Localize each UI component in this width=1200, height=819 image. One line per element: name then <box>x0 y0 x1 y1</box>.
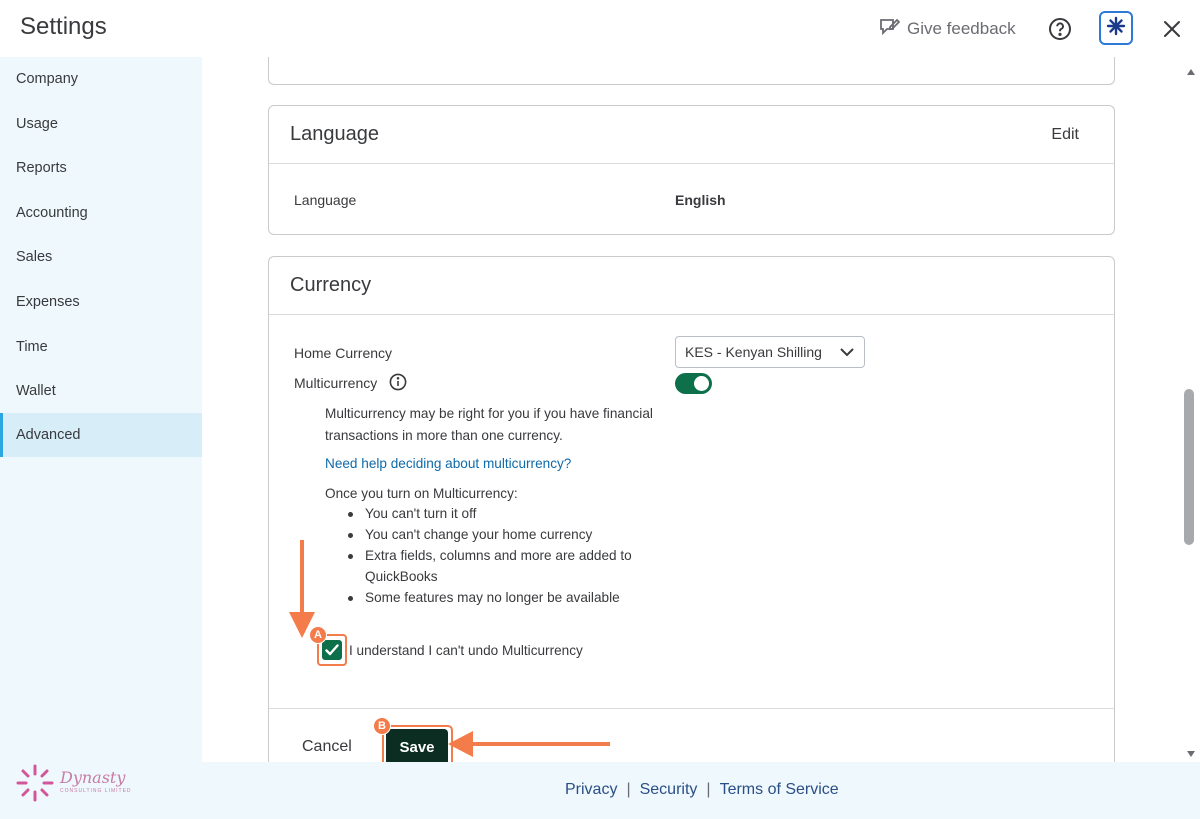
divider <box>269 708 1114 709</box>
multicurrency-description-1: Multicurrency may be right for you if yo… <box>325 406 653 421</box>
feedback-icon <box>878 16 901 43</box>
security-link[interactable]: Security <box>640 781 698 799</box>
currency-section: Currency Home Currency KES - Kenyan Shil… <box>268 256 1115 762</box>
sidebar-item-expenses[interactable]: Expenses <box>0 280 202 324</box>
sidebar-item-wallet[interactable]: Wallet <box>0 369 202 413</box>
list-item-continuation: QuickBooks <box>365 569 438 584</box>
confirm-checkbox[interactable] <box>322 640 342 660</box>
annotation-badge-b: B <box>373 717 391 735</box>
sidebar-item-advanced[interactable]: Advanced <box>0 413 202 457</box>
privacy-link[interactable]: Privacy <box>565 781 617 799</box>
sparkle-icon <box>1106 16 1126 41</box>
chevron-down-icon <box>840 348 854 357</box>
sidebar-item-time[interactable]: Time <box>0 325 202 369</box>
language-edit-button[interactable]: Edit <box>1051 126 1079 144</box>
previous-section-card <box>268 57 1115 85</box>
logo-name: Dynasty <box>60 768 126 787</box>
language-section: Language Edit Language English <box>268 105 1115 235</box>
dynasty-logo-icon <box>16 764 54 802</box>
feedback-label: Give feedback <box>907 19 1016 38</box>
annotation-badge-a: A <box>309 626 327 644</box>
language-section-title: Language <box>290 123 379 145</box>
multicurrency-help-link[interactable]: Need help deciding about multicurrency? <box>325 456 571 471</box>
close-icon[interactable] <box>1160 17 1184 41</box>
sidebar-item-sales[interactable]: Sales <box>0 235 202 279</box>
dynasty-logo: Dynasty CONSULTING LIMITED <box>14 762 134 810</box>
sidebar-item-reports[interactable]: Reports <box>0 146 202 190</box>
save-button[interactable]: Save <box>386 729 448 762</box>
language-section-header: Language Edit <box>269 106 1114 164</box>
scroll-down-arrow-icon[interactable] <box>1186 745 1196 757</box>
multicurrency-label: Multicurrency <box>294 375 378 391</box>
logo-subtitle: CONSULTING LIMITED <box>60 788 132 794</box>
home-currency-label: Home Currency <box>294 345 393 361</box>
sidebar-item-usage[interactable]: Usage <box>0 102 202 146</box>
list-item: Extra fields, columns and more are added… <box>348 545 632 566</box>
once-on-label: Once you turn on Multicurrency: <box>325 486 518 501</box>
give-feedback-button[interactable]: Give feedback <box>878 16 1016 42</box>
settings-content: Language Edit Language English Currency … <box>202 57 1182 762</box>
language-field-value: English <box>675 192 726 208</box>
scrollbar[interactable] <box>1182 57 1200 762</box>
list-item: You can't change your home currency <box>348 524 632 545</box>
footer-links: Privacy | Security | Terms of Service <box>565 781 839 799</box>
multicurrency-toggle[interactable] <box>675 373 712 394</box>
list-item: You can't turn it off <box>348 503 632 524</box>
ai-assistant-button[interactable] <box>1099 11 1133 45</box>
sidebar: Company Usage Reports Accounting Sales E… <box>0 57 202 762</box>
scrollbar-thumb[interactable] <box>1184 389 1194 545</box>
sidebar-item-company[interactable]: Company <box>0 57 202 101</box>
terms-link[interactable]: Terms of Service <box>720 781 839 799</box>
language-field-label: Language <box>294 192 357 208</box>
multicurrency-description-2: transactions in more than one currency. <box>325 428 563 443</box>
header: Settings Give feedback <box>0 0 1200 57</box>
list-item: Some features may no longer be available <box>348 587 632 608</box>
scroll-up-arrow-icon[interactable] <box>1186 63 1196 75</box>
page-title: Settings <box>20 13 107 40</box>
info-icon[interactable] <box>389 373 407 391</box>
checkmark-icon <box>325 644 339 656</box>
home-currency-select[interactable]: KES - Kenyan Shilling <box>675 336 865 368</box>
currency-section-title: Currency <box>290 274 372 296</box>
separator: | <box>626 781 631 798</box>
sidebar-item-accounting[interactable]: Accounting <box>0 191 202 235</box>
footer: Dynasty CONSULTING LIMITED Privacy | Sec… <box>0 762 1200 819</box>
confirm-checkbox-label[interactable]: I understand I can't undo Multicurrency <box>349 643 583 658</box>
home-currency-value: KES - Kenyan Shilling <box>685 344 822 360</box>
help-icon[interactable] <box>1048 17 1072 41</box>
currency-section-header: Currency <box>269 257 1114 315</box>
cancel-button[interactable]: Cancel <box>302 738 352 756</box>
toggle-knob <box>694 376 709 391</box>
multicurrency-consequences-list: You can't turn it off You can't change y… <box>348 503 632 608</box>
separator: | <box>706 781 711 798</box>
